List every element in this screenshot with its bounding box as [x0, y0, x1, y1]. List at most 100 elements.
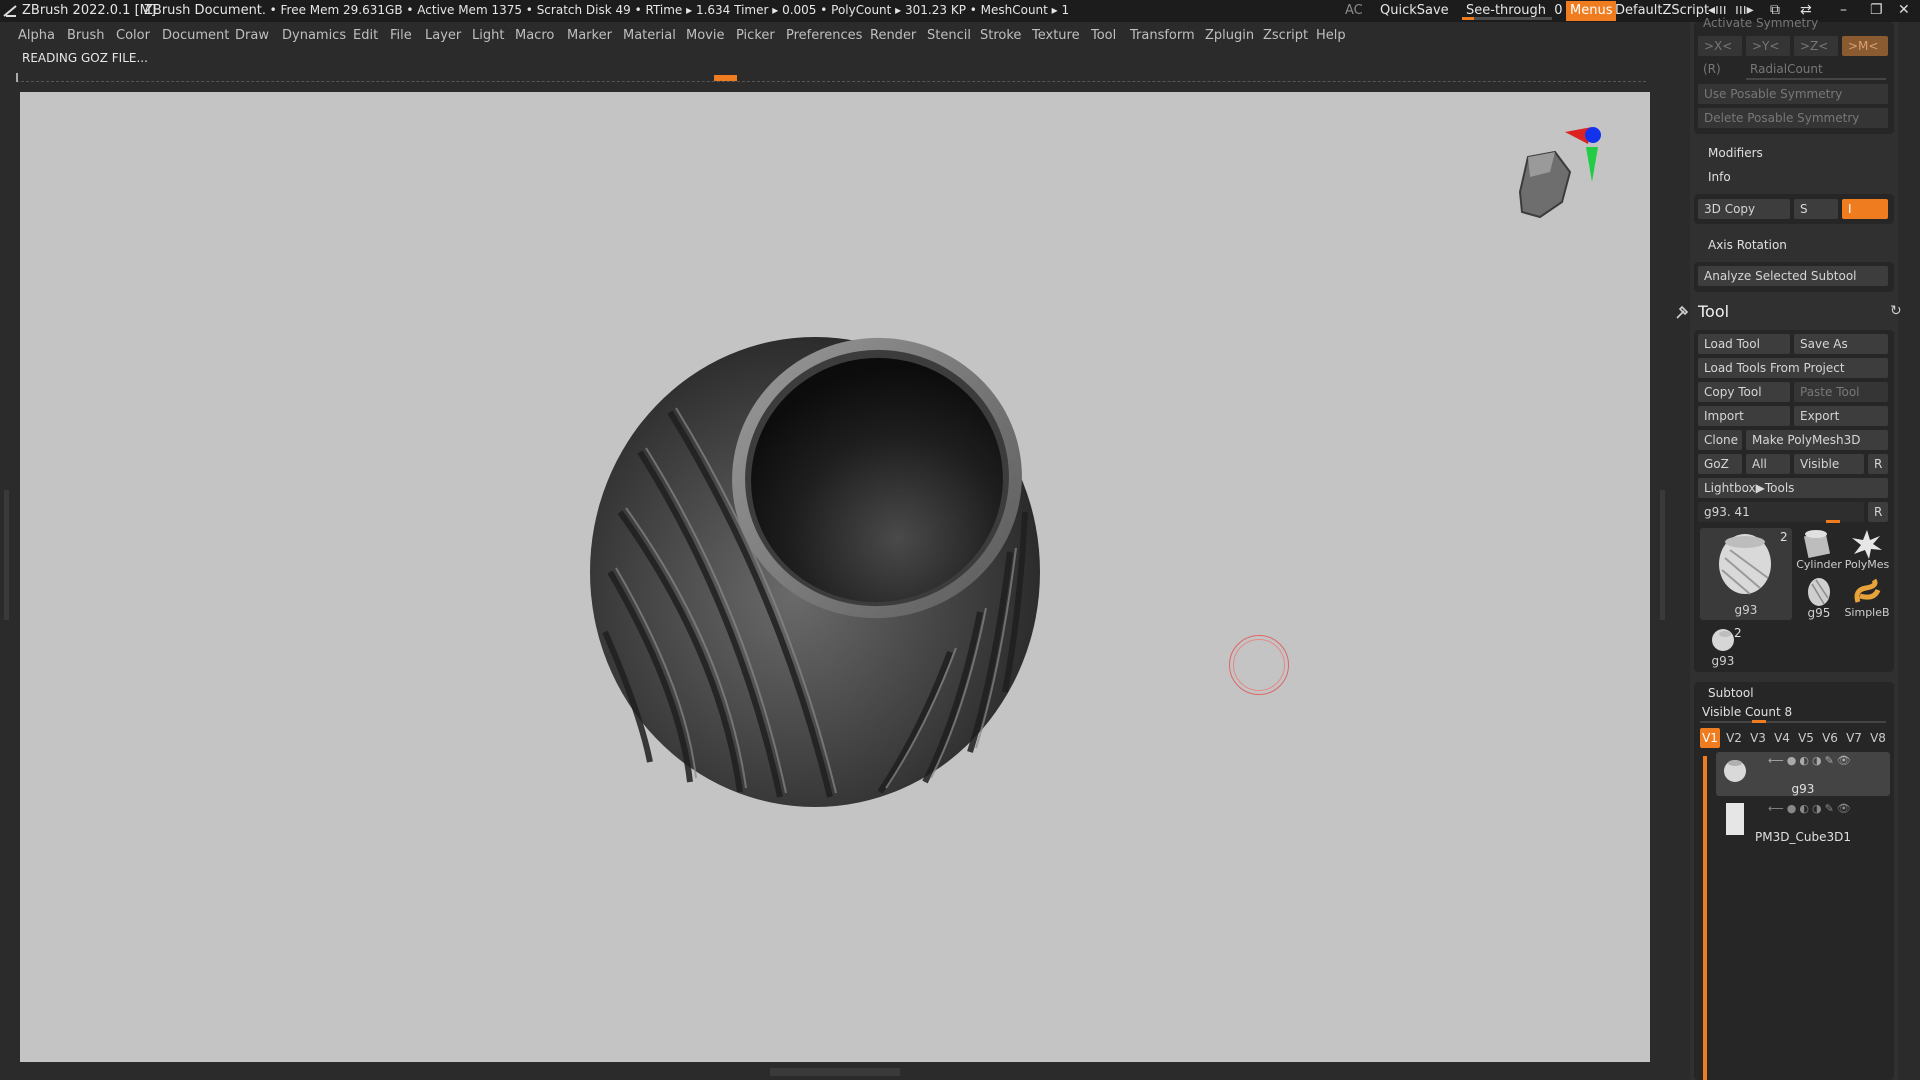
tool-thumb-g95[interactable]: g95 — [1796, 576, 1842, 622]
default-zscript-button[interactable]: DefaultZScript — [1615, 3, 1709, 18]
minimize-icon[interactable]: – — [1840, 2, 1847, 18]
copy3d-i-button[interactable]: I — [1842, 199, 1888, 219]
menu-material[interactable]: Material — [623, 28, 676, 43]
tool-thumb-label: g93 — [1711, 654, 1735, 668]
paste-tool-button[interactable]: Paste Tool — [1794, 382, 1888, 402]
left-tray-handle[interactable] — [4, 490, 9, 620]
menu-zscript[interactable]: Zscript — [1263, 28, 1308, 43]
tool-palette-title[interactable]: Tool — [1698, 302, 1729, 321]
goz-button[interactable]: GoZ — [1698, 454, 1742, 474]
menu-transform[interactable]: Transform — [1130, 28, 1195, 43]
copy-tool-button[interactable]: Copy Tool — [1698, 382, 1790, 402]
tab-v7[interactable]: V7 — [1844, 728, 1864, 748]
menu-file[interactable]: File — [390, 28, 412, 43]
visible-count-slider[interactable]: Visible Count 8 — [1702, 705, 1792, 719]
sym-x-button[interactable]: >X< — [1698, 36, 1742, 56]
load-tools-from-project-button[interactable]: Load Tools From Project — [1698, 358, 1888, 378]
menu-layer[interactable]: Layer — [425, 28, 461, 43]
subtool-icons[interactable]: ⟵●◐◑✎👁 — [1768, 754, 1854, 767]
axis-rotation-header[interactable]: Axis Rotation — [1708, 238, 1787, 252]
see-through-slider[interactable]: See-through 0 — [1462, 2, 1563, 20]
subtool-row[interactable]: ⟵●◐◑✎👁 g93 — [1716, 752, 1890, 796]
analyze-selected-subtool-button[interactable]: Analyze Selected Subtool — [1698, 266, 1888, 286]
goz-r-button[interactable]: R — [1868, 454, 1888, 474]
subtool-header[interactable]: Subtool — [1708, 686, 1754, 700]
menu-macro[interactable]: Macro — [515, 28, 554, 43]
lightbox-tools-button[interactable]: Lightbox▶Tools — [1698, 478, 1888, 498]
goz-visible-button[interactable]: Visible — [1794, 454, 1864, 474]
menu-stroke[interactable]: Stroke — [980, 28, 1021, 43]
menu-alpha[interactable]: Alpha — [18, 28, 55, 43]
menu-help[interactable]: Help — [1316, 28, 1346, 43]
use-posable-symmetry-button[interactable]: Use Posable Symmetry — [1698, 84, 1888, 104]
menu-picker[interactable]: Picker — [736, 28, 775, 43]
import-button[interactable]: Import — [1698, 406, 1790, 426]
y-axis-arrow-icon[interactable] — [1586, 147, 1598, 182]
z-axis-dot-icon[interactable] — [1585, 127, 1601, 143]
menu-brush[interactable]: Brush — [67, 28, 105, 43]
menu-draw[interactable]: Draw — [235, 28, 269, 43]
tab-v6[interactable]: V6 — [1820, 728, 1840, 748]
menu-color[interactable]: Color — [116, 28, 150, 43]
navigation-head-gizmo[interactable] — [1500, 122, 1610, 232]
save-as-button[interactable]: Save As — [1794, 334, 1888, 354]
tool-thumb-simplebrush[interactable]: SimpleB — [1844, 576, 1890, 622]
restore-icon[interactable]: ❐ — [1870, 2, 1883, 18]
sym-y-button[interactable]: >Y< — [1746, 36, 1790, 56]
current-tool-slider[interactable]: g93. 41 — [1698, 502, 1864, 522]
goz-all-button[interactable]: All — [1746, 454, 1790, 474]
current-tool-r-button[interactable]: R — [1868, 502, 1888, 522]
subtool-icons[interactable]: ⟵●◐◑✎👁 — [1768, 802, 1854, 815]
menu-dynamics[interactable]: Dynamics — [282, 28, 346, 43]
menu-texture[interactable]: Texture — [1032, 28, 1080, 43]
load-tool-button[interactable]: Load Tool — [1698, 334, 1790, 354]
tab-v3[interactable]: V3 — [1748, 728, 1768, 748]
export-button[interactable]: Export — [1794, 406, 1888, 426]
menu-preferences[interactable]: Preferences — [786, 28, 862, 43]
right-tray-handle[interactable] — [1660, 490, 1665, 620]
menu-stencil[interactable]: Stencil — [927, 28, 971, 43]
menu-zplugin[interactable]: Zplugin — [1205, 28, 1254, 43]
sculpted-vase-model[interactable] — [20, 92, 1650, 1062]
canvas-viewport[interactable] — [20, 92, 1650, 1062]
tool-thumb-g93-active[interactable]: g93 2 — [1700, 528, 1792, 620]
reset-tool-icon[interactable]: ↻ — [1890, 303, 1902, 319]
menu-light[interactable]: Light — [472, 28, 504, 43]
ac-toggle[interactable]: AC — [1345, 3, 1363, 18]
tab-v1[interactable]: V1 — [1700, 728, 1720, 748]
tab-v8[interactable]: V8 — [1868, 728, 1888, 748]
clone-button[interactable]: Clone — [1698, 430, 1742, 450]
menu-tool[interactable]: Tool — [1091, 28, 1116, 43]
modifiers-header[interactable]: Modifiers — [1708, 146, 1763, 160]
make-polymesh3d-button[interactable]: Make PolyMesh3D — [1746, 430, 1888, 450]
subtool-row[interactable]: ⟵●◐◑✎👁 PM3D_Cube3D1 — [1716, 800, 1890, 844]
tab-v2[interactable]: V2 — [1724, 728, 1744, 748]
activate-symmetry-button[interactable]: Activate Symmetry — [1703, 16, 1818, 30]
delete-posable-symmetry-button[interactable]: Delete Posable Symmetry — [1698, 108, 1888, 128]
bottom-tray-handle[interactable] — [770, 1068, 900, 1076]
tool-thumb-cylinder[interactable]: Cylinder — [1796, 528, 1842, 574]
info-header[interactable]: Info — [1708, 170, 1731, 184]
menu-movie[interactable]: Movie — [686, 28, 724, 43]
current-tool-slider-knob[interactable] — [1826, 520, 1840, 523]
radial-r-button[interactable]: (R) — [1703, 62, 1721, 76]
copy3d-button[interactable]: 3D Copy — [1698, 199, 1790, 219]
copy3d-s-button[interactable]: S — [1794, 199, 1838, 219]
tab-v5[interactable]: V5 — [1796, 728, 1816, 748]
see-through-value: 0 — [1554, 3, 1563, 18]
tool-thumb-polymesh[interactable]: PolyMes — [1844, 528, 1890, 574]
menu-edit[interactable]: Edit — [353, 28, 378, 43]
subtool-scroll-rail[interactable] — [1703, 756, 1707, 1080]
quicksave-button[interactable]: QuickSave — [1380, 3, 1449, 18]
visible-count-knob[interactable] — [1752, 720, 1766, 723]
sym-m-button[interactable]: >M< — [1842, 36, 1888, 56]
menu-render[interactable]: Render — [870, 28, 916, 43]
menu-document[interactable]: Document — [162, 28, 229, 43]
close-icon[interactable]: ✕ — [1898, 2, 1910, 18]
tool-thumb-g93[interactable]: g93 2 — [1700, 624, 1746, 670]
tab-v4[interactable]: V4 — [1772, 728, 1792, 748]
sym-z-button[interactable]: >Z< — [1794, 36, 1838, 56]
menus-toggle-button[interactable]: Menus — [1566, 1, 1617, 21]
menu-marker[interactable]: Marker — [567, 28, 612, 43]
radial-count-slider[interactable]: RadialCount — [1750, 62, 1823, 76]
